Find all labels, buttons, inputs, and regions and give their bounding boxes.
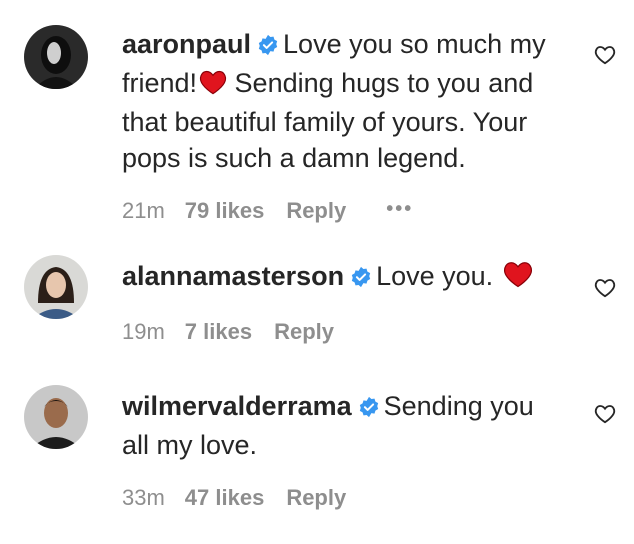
timestamp: 33m xyxy=(122,485,165,510)
likes-count[interactable]: 47 likes xyxy=(185,483,265,513)
heart-outline-icon xyxy=(594,279,616,298)
comment-text: aaronpaul Love you so much my friend! Sen… xyxy=(122,26,562,176)
like-button[interactable] xyxy=(594,404,616,424)
comment-text: alannamasterson Love you. xyxy=(122,258,562,297)
avatar-aaronpaul[interactable] xyxy=(24,25,88,89)
comment-text-part: Love you. xyxy=(376,261,494,291)
username[interactable]: alannamasterson xyxy=(122,261,344,291)
avatar-wilmervalderrama[interactable] xyxy=(24,385,88,449)
reply-button[interactable]: Reply xyxy=(286,483,346,513)
red-heart-emoji xyxy=(199,68,227,104)
likes-count[interactable]: 79 likes xyxy=(185,196,265,226)
reply-button[interactable]: Reply xyxy=(286,196,346,226)
man-portrait-icon xyxy=(24,385,88,449)
comment-meta: 21m 79 likes Reply ••• xyxy=(122,194,562,226)
woman-portrait-icon xyxy=(24,255,88,319)
heart-outline-icon xyxy=(594,46,616,65)
dark-hooded-portrait-icon xyxy=(24,25,88,89)
more-options-button[interactable]: ••• xyxy=(386,194,413,224)
timestamp: 21m xyxy=(122,198,165,223)
comment-meta: 19m 7 likes Reply xyxy=(122,317,562,347)
verified-badge-icon xyxy=(358,391,380,427)
timestamp: 19m xyxy=(122,319,165,344)
reply-button[interactable]: Reply xyxy=(274,317,334,347)
like-button[interactable] xyxy=(594,45,616,65)
comment-text: wilmervalderrama Sending you all my love. xyxy=(122,388,562,463)
likes-count[interactable]: 7 likes xyxy=(185,317,252,347)
like-button[interactable] xyxy=(594,278,616,298)
username[interactable]: wilmervalderrama xyxy=(122,391,352,421)
red-heart-emoji xyxy=(503,260,533,297)
comment-meta: 33m 47 likes Reply xyxy=(122,483,562,513)
avatar-alannamasterson[interactable] xyxy=(24,255,88,319)
heart-outline-icon xyxy=(594,405,616,424)
verified-badge-icon xyxy=(257,29,279,65)
username[interactable]: aaronpaul xyxy=(122,29,251,59)
verified-badge-icon xyxy=(350,261,372,297)
